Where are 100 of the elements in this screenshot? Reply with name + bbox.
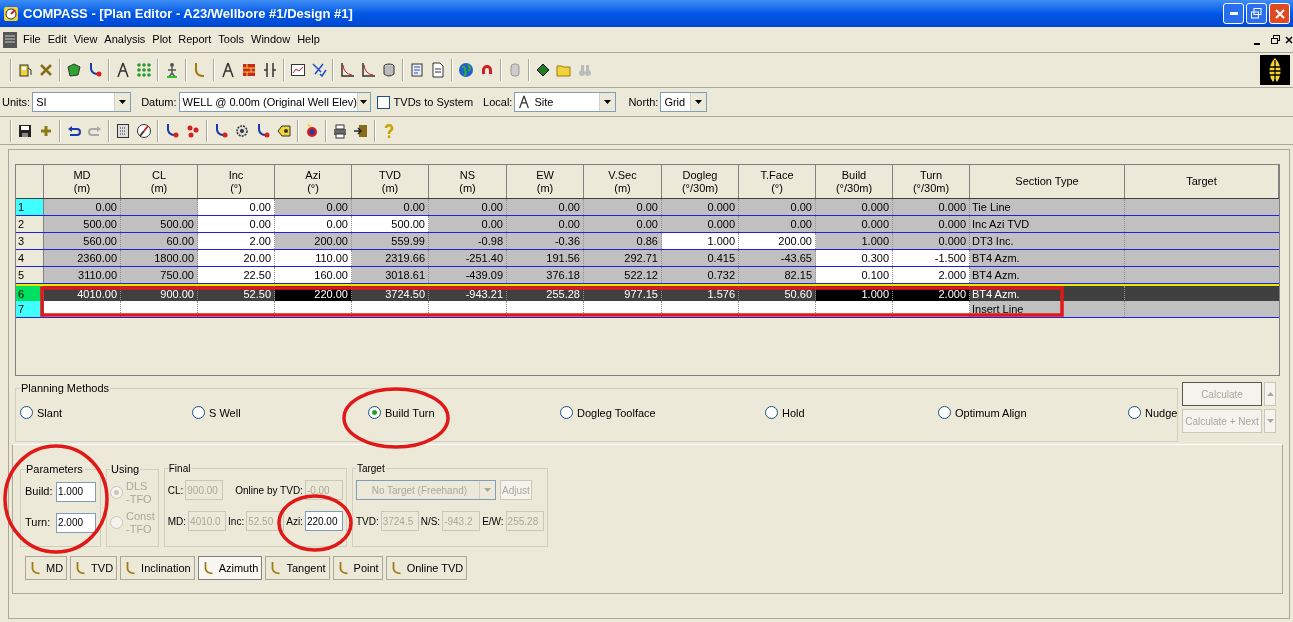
- table-cell[interactable]: 0.000: [893, 216, 970, 232]
- table-cell[interactable]: 200.00: [739, 233, 816, 249]
- table-cell[interactable]: 376.18: [507, 267, 584, 283]
- table-cell[interactable]: BT4 Azm.: [970, 267, 1125, 283]
- table-cell[interactable]: 191.56: [507, 250, 584, 266]
- table-row[interactable]: 2 500.00 500.00 0.00 0.00 500.00 0.00 0.00 0.00 0.000 0.00 0.000 0.000 Inc Azi TVD: [16, 216, 1279, 233]
- menu-item[interactable]: Edit: [44, 31, 70, 48]
- table-cell[interactable]: 500.00: [121, 216, 198, 232]
- table-cell[interactable]: 0.00: [198, 199, 275, 215]
- radio-label[interactable]: S Well: [209, 404, 241, 421]
- table-cell[interactable]: 559.99: [352, 233, 429, 249]
- table-cell[interactable]: 0.86: [584, 233, 662, 249]
- dropdown[interactable]: SI: [32, 92, 132, 112]
- menu-item[interactable]: Window: [248, 31, 294, 48]
- table-cell[interactable]: 0.00: [429, 216, 507, 232]
- table-cell[interactable]: 0.00: [584, 216, 662, 232]
- mode-button[interactable]: Tangent: [265, 556, 330, 580]
- table-cell[interactable]: 0.00: [429, 199, 507, 215]
- dropdown[interactable]: WELL @ 0.00m (Original Well Elev): [178, 92, 371, 112]
- table-cell[interactable]: 0.300: [816, 250, 893, 266]
- radio-label[interactable]: Hold: [782, 404, 805, 421]
- table-cell[interactable]: -251.40: [429, 250, 507, 266]
- radio-label[interactable]: Dogleg Toolface: [577, 404, 656, 421]
- text-field[interactable]: 1.000: [56, 481, 96, 502]
- table-cell[interactable]: 20.00: [198, 250, 275, 266]
- table-cell[interactable]: 0.000: [816, 199, 893, 215]
- table-cell[interactable]: 1.000: [662, 233, 739, 249]
- table-cell[interactable]: BT4 Azm.: [970, 250, 1125, 266]
- dropdown[interactable]: Site: [514, 92, 617, 112]
- table-cell[interactable]: -1.500: [893, 250, 970, 266]
- mode-button[interactable]: MD: [25, 556, 68, 580]
- table-cell[interactable]: 2.00: [198, 233, 275, 249]
- table-cell[interactable]: 0.00: [352, 199, 429, 215]
- mode-button[interactable]: Point: [332, 556, 383, 580]
- table-cell[interactable]: 0.100: [816, 267, 893, 283]
- table-cell[interactable]: 0.000: [893, 199, 970, 215]
- radio-label[interactable]: Nudge: [1145, 404, 1178, 421]
- row-number[interactable]: 1: [16, 199, 44, 215]
- table-cell[interactable]: 0.00: [739, 216, 816, 232]
- table-cell[interactable]: 22.50: [198, 267, 275, 283]
- mode-button[interactable]: Inclination: [120, 556, 195, 580]
- table-cell[interactable]: 0.00: [507, 199, 584, 215]
- row-number[interactable]: 3: [16, 233, 44, 249]
- table-cell[interactable]: 1800.00: [121, 250, 198, 266]
- table-cell[interactable]: Tie Line: [970, 199, 1125, 215]
- table-cell[interactable]: 3018.61: [352, 267, 429, 283]
- table-cell[interactable]: -0.36: [507, 233, 584, 249]
- table-cell[interactable]: Inc Azi TVD: [970, 216, 1125, 232]
- table-row[interactable]: 3 560.00 60.00 2.00 200.00 559.99 -0.98 -0.36 0.86 1.000 200.00 1.000 0.000 DT3 Inc.: [16, 233, 1279, 250]
- table-cell[interactable]: 522.12: [584, 267, 662, 283]
- table-row[interactable]: 1 0.00 0.00 0.00 0.00 0.00 0.00 0.00 0.000 0.00 0.000 0.000 Tie Line: [16, 199, 1279, 216]
- table-cell[interactable]: 0.000: [662, 199, 739, 215]
- table-cell[interactable]: 0.000: [893, 233, 970, 249]
- menu-item[interactable]: View: [70, 31, 101, 48]
- radio-label[interactable]: Build Turn: [385, 404, 435, 421]
- table-cell[interactable]: 200.00: [275, 233, 352, 249]
- row-number[interactable]: 5: [16, 267, 44, 283]
- table-cell[interactable]: -0.98: [429, 233, 507, 249]
- table-row[interactable]: 5 3110.00 750.00 22.50 160.00 3018.61 -439.09 376.18 522.12 0.732 82.15 0.100 2.000 BT4 Azm.: [16, 267, 1279, 284]
- menu-item[interactable]: Help: [294, 31, 323, 48]
- text-field[interactable]: 2.000: [56, 512, 96, 533]
- table-cell[interactable]: 0.00: [198, 216, 275, 232]
- table-cell[interactable]: 500.00: [44, 216, 121, 232]
- row-number[interactable]: 2: [16, 216, 44, 232]
- table-cell[interactable]: 160.00: [275, 267, 352, 283]
- radio-label[interactable]: Slant: [37, 404, 63, 421]
- dropdown[interactable]: Grid: [660, 92, 708, 112]
- table-cell[interactable]: 0.00: [739, 199, 816, 215]
- text-field[interactable]: 220.00: [304, 511, 343, 531]
- menu-item[interactable]: File: [20, 31, 44, 48]
- table-row[interactable]: 4 2360.00 1800.00 20.00 110.00 2319.66 -251.40 191.56 292.71 0.415 -43.65 0.300 -1.500 BT4 Azm.: [16, 250, 1279, 267]
- table-cell[interactable]: 292.71: [584, 250, 662, 266]
- table-cell[interactable]: 60.00: [121, 233, 198, 249]
- table-cell[interactable]: 0.000: [662, 216, 739, 232]
- table-cell[interactable]: 0.00: [275, 199, 352, 215]
- menu-item[interactable]: Plot: [149, 31, 175, 48]
- mode-button[interactable]: Azimuth: [197, 556, 263, 580]
- table-cell[interactable]: 750.00: [121, 267, 198, 283]
- table-cell[interactable]: 2360.00: [44, 250, 121, 266]
- mode-button[interactable]: TVD: [70, 556, 118, 580]
- menu-item[interactable]: Tools: [215, 31, 247, 48]
- table-cell[interactable]: 110.00: [275, 250, 352, 266]
- table-cell[interactable]: DT3 Inc.: [970, 233, 1125, 249]
- table-cell[interactable]: 0.00: [507, 216, 584, 232]
- table-cell[interactable]: 0.00: [275, 216, 352, 232]
- table-row[interactable]: 7 Insert Line: [16, 301, 1279, 318]
- mode-button[interactable]: Online TVD: [385, 556, 468, 580]
- table-cell[interactable]: 0.732: [662, 267, 739, 283]
- table-cell[interactable]: 2.000: [893, 267, 970, 283]
- table-cell[interactable]: 0.00: [44, 199, 121, 215]
- menu-item[interactable]: Analysis: [101, 31, 149, 48]
- menu-item[interactable]: Report: [175, 31, 215, 48]
- table-cell[interactable]: 0.00: [584, 199, 662, 215]
- table-cell[interactable]: 1.000: [816, 233, 893, 249]
- table-cell[interactable]: 560.00: [44, 233, 121, 249]
- table-cell[interactable]: 500.00: [352, 216, 429, 232]
- table-cell[interactable]: -439.09: [429, 267, 507, 283]
- table-cell[interactable]: 0.415: [662, 250, 739, 266]
- radio-label[interactable]: Optimum Align: [955, 404, 1027, 421]
- row-number[interactable]: 4: [16, 250, 44, 266]
